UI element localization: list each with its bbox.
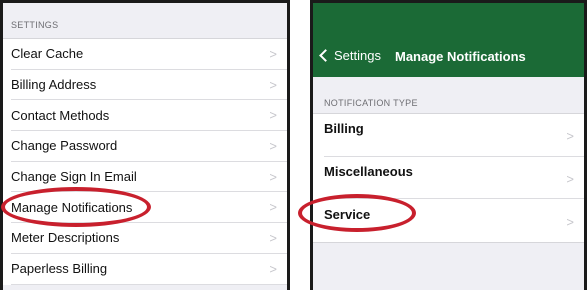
settings-section-header: SETTINGS [11, 20, 59, 30]
notification-item-service[interactable]: Service > [324, 199, 584, 242]
chevron-right-icon: > [269, 199, 277, 215]
navigation-bar: Settings Manage Notifications [313, 3, 584, 77]
settings-item-label: Contact Methods [11, 107, 110, 123]
notification-item-label: Service [324, 206, 371, 222]
chevron-right-icon: > [269, 138, 277, 154]
notification-type-list: Billing > Miscellaneous > Service > [313, 113, 584, 243]
chevron-right-icon: > [269, 107, 277, 123]
chevron-right-icon: > [269, 77, 277, 93]
chevron-right-icon: > [269, 46, 277, 62]
settings-item-label: Change Sign In Email [11, 169, 137, 185]
settings-item-label: Meter Descriptions [11, 230, 120, 246]
settings-item-contact-methods[interactable]: Contact Methods > [11, 100, 287, 132]
settings-item-billing-address[interactable]: Billing Address > [11, 70, 287, 101]
settings-item-meter-descriptions[interactable]: Meter Descriptions > [11, 223, 287, 254]
settings-item-change-password[interactable]: Change Password > [11, 131, 287, 162]
settings-item-manage-notifications[interactable]: Manage Notifications > [11, 192, 287, 224]
chevron-left-icon [319, 49, 332, 62]
back-button-label: Settings [334, 48, 381, 63]
manage-notifications-panel: Settings Manage Notifications NOTIFICATI… [310, 0, 587, 290]
notification-item-miscellaneous[interactable]: Miscellaneous > [324, 157, 584, 199]
settings-panel: SETTINGS Clear Cache > Billing Address >… [0, 0, 290, 290]
notification-type-header: NOTIFICATION TYPE [324, 98, 418, 108]
settings-list: Clear Cache > Billing Address > Contact … [3, 38, 287, 285]
chevron-right-icon: > [269, 169, 277, 185]
back-button[interactable]: Settings [317, 48, 381, 63]
chevron-right-icon: > [566, 171, 574, 187]
notification-item-label: Billing [324, 121, 364, 137]
settings-item-label: Change Password [11, 138, 118, 154]
settings-item-label: Manage Notifications [11, 199, 133, 215]
settings-item-change-sign-in-email[interactable]: Change Sign In Email > [11, 162, 287, 193]
chevron-right-icon: > [269, 230, 277, 246]
chevron-right-icon: > [566, 214, 574, 230]
notification-item-billing[interactable]: Billing > [324, 114, 584, 157]
settings-item-label: Billing Address [11, 77, 97, 93]
settings-item-paperless-billing[interactable]: Paperless Billing > [11, 254, 287, 285]
page-title: Manage Notifications [395, 49, 526, 64]
chevron-right-icon: > [566, 128, 574, 144]
notification-item-label: Miscellaneous [324, 163, 413, 179]
chevron-right-icon: > [269, 261, 277, 277]
settings-item-label: Paperless Billing [11, 261, 108, 277]
settings-item-label: Clear Cache [11, 46, 84, 62]
settings-item-clear-cache[interactable]: Clear Cache > [11, 39, 287, 70]
